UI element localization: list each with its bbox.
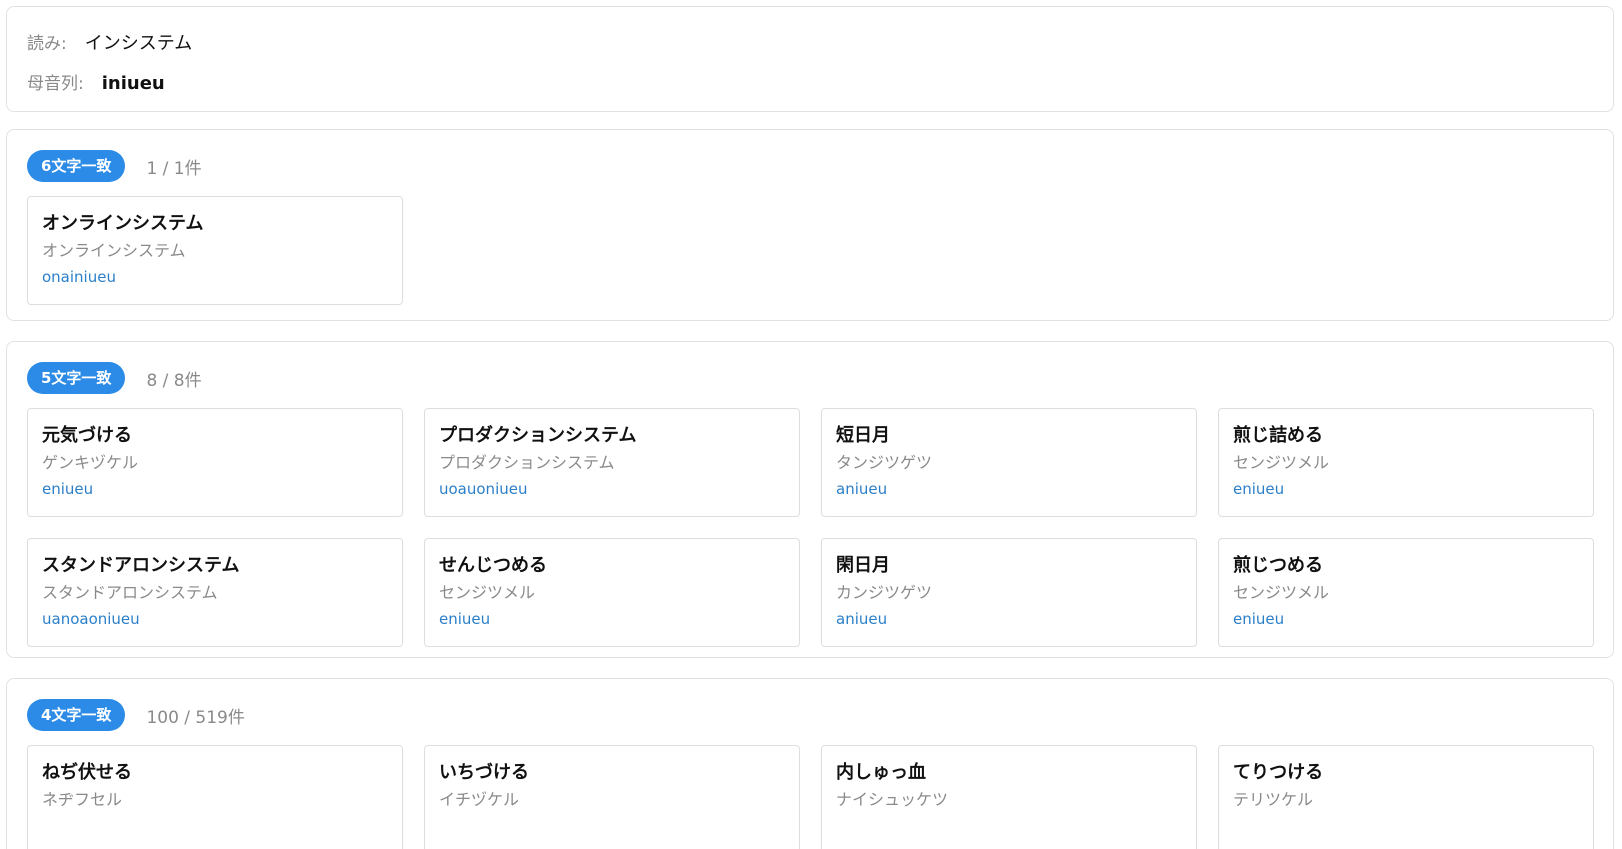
card-reading: センジツメル bbox=[1233, 583, 1330, 602]
match-badge: 6文字一致 bbox=[27, 150, 126, 182]
result-card[interactable]: いちづける イチヅケル bbox=[424, 745, 800, 849]
reading-label: 読み: bbox=[27, 34, 67, 54]
card-word: 煎じ詰める bbox=[1233, 425, 1323, 446]
query-panel: 読み: インシステム 母音列: iniueu bbox=[6, 6, 1614, 112]
card-vowels: eniueu bbox=[42, 480, 94, 498]
result-card[interactable]: ねぢ伏せる ネヂフセル bbox=[27, 745, 403, 849]
card-word: スタンドアロンシステム bbox=[42, 555, 240, 576]
card-word: オンラインシステム bbox=[42, 213, 204, 234]
match-group-5: 5文字一致 8 / 8件 元気づける ゲンキヅケル eniueu プロダクション… bbox=[6, 341, 1614, 658]
result-card[interactable]: 短日月 タンジツゲツ aniueu bbox=[821, 408, 1197, 517]
result-card-list: ねぢ伏せる ネヂフセル いちづける イチヅケル 内しゅっ血 ナイシュッケツ てり… bbox=[27, 745, 1594, 849]
card-word: 閑日月 bbox=[836, 555, 890, 576]
card-reading: スタンドアロンシステム bbox=[42, 583, 218, 602]
result-card-list: 元気づける ゲンキヅケル eniueu プロダクションシステム プロダクションシ… bbox=[27, 408, 1594, 647]
card-reading: センジツメル bbox=[1233, 453, 1330, 472]
card-reading: センジツメル bbox=[439, 583, 536, 602]
reading-row: 読み: インシステム bbox=[27, 29, 192, 55]
result-card[interactable]: オンラインシステム オンラインシステム onainiueu bbox=[27, 196, 403, 305]
card-vowels: eniueu bbox=[1233, 480, 1285, 498]
card-vowels: onainiueu bbox=[42, 268, 116, 286]
match-count: 1 / 1件 bbox=[146, 158, 202, 179]
card-vowels: eniueu bbox=[439, 610, 491, 628]
match-badge: 4文字一致 bbox=[27, 699, 126, 731]
card-reading: ナイシュッケツ bbox=[836, 790, 949, 809]
card-reading: テリツケル bbox=[1233, 790, 1314, 809]
card-vowels: aniueu bbox=[836, 610, 888, 628]
card-word: 元気づける bbox=[42, 425, 132, 446]
result-card[interactable]: 閑日月 カンジツゲツ aniueu bbox=[821, 538, 1197, 647]
group-header: 5文字一致 8 / 8件 bbox=[27, 362, 202, 394]
match-group-4: 4文字一致 100 / 519件 ねぢ伏せる ネヂフセル いちづける イチヅケル… bbox=[6, 678, 1614, 849]
vowel-value: iniueu bbox=[101, 73, 165, 94]
match-count: 100 / 519件 bbox=[146, 707, 245, 728]
match-group-6: 6文字一致 1 / 1件 オンラインシステム オンラインシステム onainiu… bbox=[6, 129, 1614, 321]
card-word: 煎じつめる bbox=[1233, 555, 1323, 576]
match-count: 8 / 8件 bbox=[146, 370, 202, 391]
card-word: 短日月 bbox=[836, 425, 890, 446]
card-word: てりつける bbox=[1233, 762, 1324, 783]
card-reading: カンジツゲツ bbox=[836, 583, 933, 602]
result-card-list: オンラインシステム オンラインシステム onainiueu bbox=[27, 196, 1594, 305]
card-word: いちづける bbox=[439, 762, 529, 783]
card-word: 内しゅっ血 bbox=[836, 762, 926, 783]
result-card[interactable]: 内しゅっ血 ナイシュッケツ bbox=[821, 745, 1197, 849]
card-vowels: eniueu bbox=[1233, 610, 1285, 628]
card-reading: プロダクションシステム bbox=[439, 453, 615, 472]
card-reading: オンラインシステム bbox=[42, 241, 186, 260]
reading-value: インシステム bbox=[84, 33, 193, 54]
group-header: 6文字一致 1 / 1件 bbox=[27, 150, 202, 182]
match-badge: 5文字一致 bbox=[27, 362, 126, 394]
card-word: せんじつめる bbox=[439, 555, 547, 576]
card-reading: タンジツゲツ bbox=[836, 453, 933, 472]
result-card[interactable]: 煎じつめる センジツメル eniueu bbox=[1218, 538, 1594, 647]
card-vowels: aniueu bbox=[836, 480, 888, 498]
result-card[interactable]: スタンドアロンシステム スタンドアロンシステム uanoaoniueu bbox=[27, 538, 403, 647]
group-header: 4文字一致 100 / 519件 bbox=[27, 699, 245, 731]
result-card[interactable]: てりつける テリツケル bbox=[1218, 745, 1594, 849]
card-reading: ゲンキヅケル bbox=[42, 453, 139, 472]
result-card[interactable]: プロダクションシステム プロダクションシステム uoauoniueu bbox=[424, 408, 800, 517]
card-vowels: uoauoniueu bbox=[439, 480, 528, 498]
result-card[interactable]: 煎じ詰める センジツメル eniueu bbox=[1218, 408, 1594, 517]
card-vowels: uanoaoniueu bbox=[42, 610, 140, 628]
result-card[interactable]: 元気づける ゲンキヅケル eniueu bbox=[27, 408, 403, 517]
card-reading: イチヅケル bbox=[439, 790, 520, 809]
result-card[interactable]: せんじつめる センジツメル eniueu bbox=[424, 538, 800, 647]
results-page: 読み: インシステム 母音列: iniueu 6文字一致 1 / 1件 オンライ… bbox=[0, 0, 1622, 849]
vowel-row: 母音列: iniueu bbox=[27, 69, 165, 94]
card-word: ねぢ伏せる bbox=[42, 762, 132, 783]
card-reading: ネヂフセル bbox=[42, 790, 123, 809]
card-word: プロダクションシステム bbox=[439, 425, 637, 446]
vowel-label: 母音列: bbox=[27, 74, 84, 94]
